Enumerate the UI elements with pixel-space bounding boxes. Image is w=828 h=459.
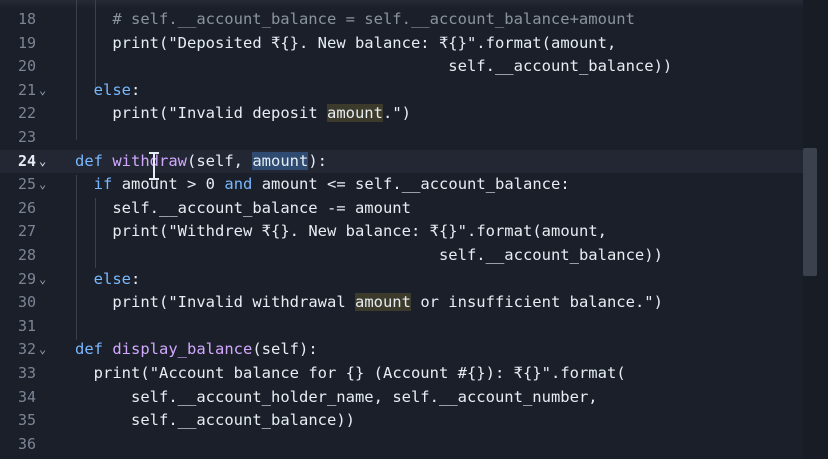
text-cursor-icon <box>149 152 159 180</box>
code-text: # self.__account_balance = self.__accoun… <box>112 10 635 28</box>
line-number: 30 <box>17 293 36 312</box>
code-line[interactable]: 32 ⌄ def display_balance(self): <box>0 338 803 362</box>
fold-chevron-icon[interactable]: ⌄ <box>39 338 51 362</box>
line-number: 28 <box>17 246 36 264</box>
line-number: 35 <box>17 411 36 430</box>
line-number: 29 <box>17 269 36 288</box>
code-text: print("Account balance for {} (Account #… <box>93 364 626 382</box>
code-line[interactable]: 27 print("Withdrew ₹{}. New balance: ₹{}… <box>0 220 803 244</box>
line-number: 23 <box>17 128 36 146</box>
top-fade <box>0 0 828 8</box>
code-text: print("Deposited ₹{}. New balance: ₹{}".… <box>112 33 617 52</box>
code-text: print("Withdrew ₹{}. New balance: ₹{}".f… <box>112 222 607 241</box>
vertical-scrollbar-thumb[interactable] <box>803 148 817 276</box>
code-line[interactable]: 21 ⌄ else: <box>0 79 803 103</box>
code-line[interactable]: 31 <box>0 315 803 339</box>
code-text: else: <box>93 269 141 288</box>
code-text: self.__account_balance)) <box>438 246 663 264</box>
line-number: 25 <box>17 175 36 194</box>
code-line[interactable]: 25 ⌄ if amount > 0 and amount <= self.__a… <box>0 173 803 197</box>
code-text: print("Invalid deposit amount.") <box>112 104 411 123</box>
line-number: 18 <box>17 10 36 28</box>
line-number: 24 <box>17 151 36 170</box>
code-line[interactable]: 24 ⌄ def withdraw(self, amount): <box>0 149 803 174</box>
code-line[interactable]: 33 print("Account balance for {} (Accoun… <box>0 362 803 386</box>
code-text: self.__account_holder_name, self.__accou… <box>131 387 598 406</box>
line-number: 32 <box>17 340 36 359</box>
line-number: 19 <box>17 33 36 52</box>
code-line[interactable]: 30 print("Invalid withdrawal amount or i… <box>0 291 803 315</box>
code-text: self.__account_balance)) <box>448 57 673 76</box>
code-line[interactable]: 36 <box>0 433 803 457</box>
code-line[interactable]: 22 print("Invalid deposit amount.") <box>0 102 803 126</box>
fold-chevron-icon[interactable]: ⌄ <box>39 268 51 292</box>
line-number: 36 <box>17 434 36 453</box>
code-line[interactable]: 35 self.__account_balance)) <box>0 409 803 433</box>
code-text: self.__account_balance)) <box>131 411 355 430</box>
fold-chevron-icon[interactable]: ⌄ <box>39 173 51 197</box>
code-editor[interactable]: 18 # self.__account_balance = self.__acc… <box>0 0 828 459</box>
code-text: self.__account_balance -= amount <box>112 198 411 217</box>
code-line[interactable]: 23 <box>0 126 803 150</box>
code-text: print("Invalid withdrawal amount or insu… <box>112 293 663 312</box>
line-number: 33 <box>17 364 36 382</box>
code-text: else: <box>93 80 141 99</box>
fold-chevron-icon[interactable]: ⌄ <box>39 79 51 103</box>
line-number: 31 <box>17 316 36 335</box>
code-text: def display_balance(self): <box>75 340 318 359</box>
line-number: 27 <box>17 222 36 241</box>
line-number: 20 <box>17 57 36 76</box>
code-line[interactable]: 29 ⌄ else: <box>0 268 803 292</box>
fold-chevron-icon[interactable]: ⌄ <box>39 150 51 174</box>
code-line[interactable]: 26 self.__account_balance -= amount <box>0 197 803 221</box>
line-number: 22 <box>17 104 36 123</box>
code-line[interactable]: 19 print("Deposited ₹{}. New balance: ₹{… <box>0 32 803 56</box>
code-text: def withdraw(self, amount): <box>75 151 328 170</box>
code-line[interactable]: 28 self.__account_balance)) <box>0 244 803 268</box>
code-line[interactable]: 34 self.__account_holder_name, self.__ac… <box>0 386 803 410</box>
line-number: 26 <box>17 198 36 217</box>
line-number: 34 <box>17 387 36 406</box>
code-line[interactable]: 18 # self.__account_balance = self.__acc… <box>0 8 803 32</box>
code-line[interactable]: 20 self.__account_balance)) <box>0 55 803 79</box>
line-number: 21 <box>17 80 36 99</box>
